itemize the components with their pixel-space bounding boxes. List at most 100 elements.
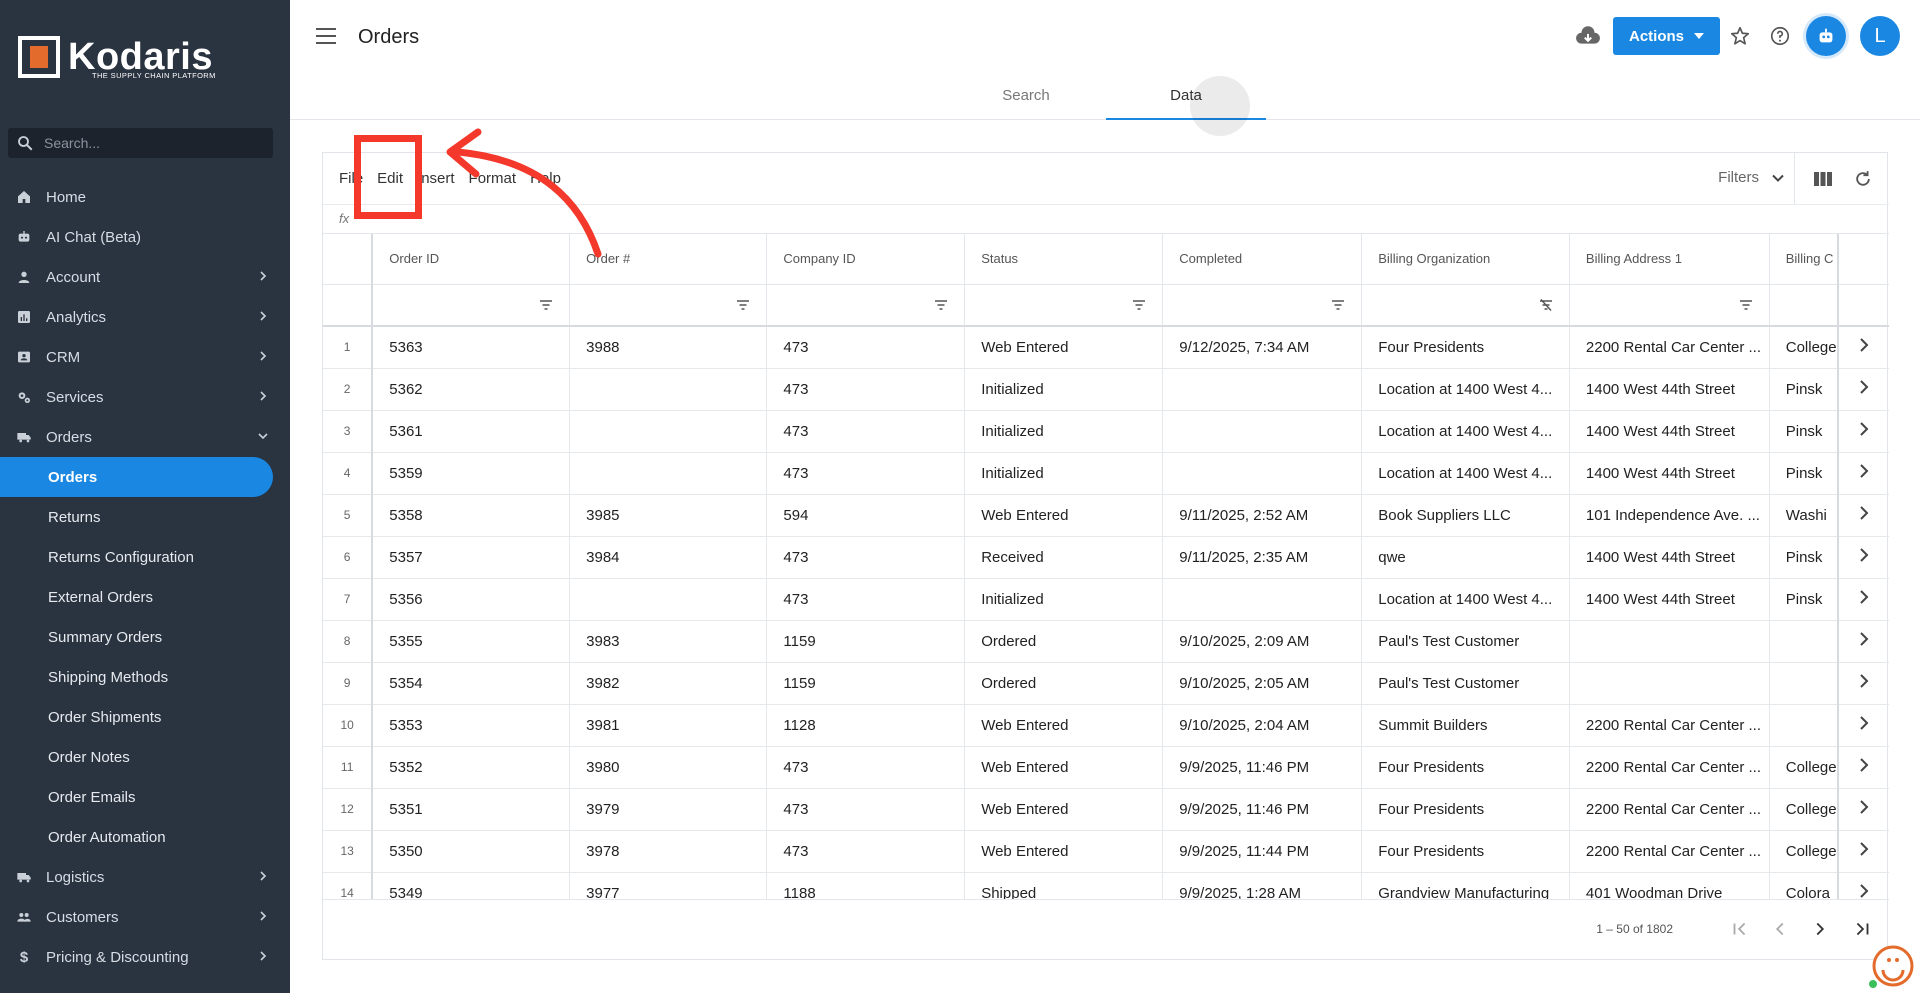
sidebar-subitem-shipping-methods[interactable]: Shipping Methods [0, 657, 290, 697]
cell-company-id[interactable]: 594 [766, 494, 966, 537]
help-button[interactable] [1760, 16, 1800, 56]
cell-status[interactable]: Initialized [964, 410, 1164, 453]
table-row[interactable]: 14 5349 3977 1188 Shipped 9/9/2025, 1:28 AM Gr… [323, 872, 1889, 899]
cell-order-number[interactable]: 3988 [569, 326, 768, 369]
tab-search[interactable]: Search [946, 74, 1106, 120]
cell-completed[interactable] [1162, 578, 1363, 621]
cell-order-id[interactable]: 5349 [372, 872, 571, 899]
cell-company-id[interactable]: 473 [766, 788, 966, 831]
last-page-icon[interactable] [1851, 918, 1873, 940]
cell-billing-city[interactable]: Pinsk [1769, 410, 1839, 453]
cell-order-id[interactable]: 5356 [372, 578, 571, 621]
sidebar-item-home[interactable]: Home [0, 177, 290, 217]
cell-order-id[interactable]: 5353 [372, 704, 571, 747]
kodaris-logo[interactable]: Kodaris THE SUPPLY CHAIN PLATFORM [18, 36, 215, 80]
cell-order-number[interactable] [569, 452, 768, 495]
cell-order-number[interactable]: 3982 [569, 662, 768, 705]
sidebar-item-orders[interactable]: Orders [0, 417, 290, 457]
cell-billing-address-1[interactable]: 1400 West 44th Street [1569, 536, 1770, 579]
cell-billing-organization[interactable]: Four Presidents [1361, 746, 1570, 789]
cell-company-id[interactable]: 473 [766, 410, 966, 453]
cell-order-id[interactable]: 5357 [372, 536, 571, 579]
cell-billing-organization[interactable]: qwe [1361, 536, 1570, 579]
table-row[interactable]: 7 5356 473 Initialized Location at 1400 West… [323, 578, 1889, 621]
cell-completed[interactable]: 9/12/2025, 7:34 AM [1162, 326, 1363, 369]
cell-company-id[interactable]: 473 [766, 368, 966, 411]
cell-billing-organization[interactable]: Paul's Test Customer [1361, 662, 1570, 705]
cell-billing-address-1[interactable]: 101 Independence Ave. ... [1569, 494, 1770, 537]
cell-completed[interactable]: 9/9/2025, 11:46 PM [1162, 746, 1363, 789]
user-avatar[interactable]: L [1860, 16, 1900, 56]
cell-completed[interactable]: 9/11/2025, 2:35 AM [1162, 536, 1363, 579]
cell-order-number[interactable]: 3979 [569, 788, 768, 831]
cell-billing-city[interactable]: Pinsk [1769, 368, 1839, 411]
sidebar-search-input[interactable] [44, 135, 264, 151]
cell-company-id[interactable]: 1159 [766, 620, 966, 663]
table-row[interactable]: 2 5362 473 Initialized Location at 1400 West… [323, 368, 1889, 411]
cell-billing-city[interactable]: College [1769, 746, 1839, 789]
cell-order-id[interactable]: 5352 [372, 746, 571, 789]
cell-billing-city[interactable]: College [1769, 830, 1839, 873]
table-row[interactable]: 10 5353 3981 1128 Web Entered 9/10/2025, 2:04… [323, 704, 1889, 747]
row-open-cell[interactable] [1836, 326, 1889, 369]
cell-billing-city[interactable]: Pinsk [1769, 578, 1839, 621]
cell-status[interactable]: Web Entered [964, 326, 1164, 369]
table-row[interactable]: 5 5358 3985 594 Web Entered 9/11/2025, 2:52 A… [323, 494, 1889, 537]
column-header-status[interactable]: Status [964, 234, 1164, 285]
row-open-cell[interactable] [1836, 452, 1889, 495]
cell-order-number[interactable]: 3985 [569, 494, 768, 537]
cell-completed[interactable]: 9/10/2025, 2:05 AM [1162, 662, 1363, 705]
cell-order-id[interactable]: 5351 [372, 788, 571, 831]
sidebar-item-account[interactable]: Account [0, 257, 290, 297]
cell-billing-organization[interactable]: Summit Builders [1361, 704, 1570, 747]
cell-billing-address-1[interactable]: 2200 Rental Car Center ... [1569, 830, 1770, 873]
row-open-cell[interactable] [1836, 578, 1889, 621]
cell-completed[interactable]: 9/9/2025, 1:28 AM [1162, 872, 1363, 899]
cell-completed[interactable] [1162, 452, 1363, 495]
sidebar-subitem-external-orders[interactable]: External Orders [0, 577, 290, 617]
cell-billing-organization[interactable]: Four Presidents [1361, 830, 1570, 873]
cell-order-number[interactable]: 3977 [569, 872, 768, 899]
filter-icon[interactable] [934, 299, 948, 311]
sidebar-search[interactable] [8, 128, 273, 158]
filter-cell[interactable] [1769, 284, 1839, 327]
cell-status[interactable]: Initialized [964, 578, 1164, 621]
next-page-icon[interactable] [1809, 918, 1831, 940]
cell-billing-address-1[interactable]: 2200 Rental Car Center ... [1569, 704, 1770, 747]
filter-icon[interactable] [539, 299, 553, 311]
cell-company-id[interactable]: 473 [766, 452, 966, 495]
table-row[interactable]: 4 5359 473 Initialized Location at 1400 West… [323, 452, 1889, 495]
filter-icon[interactable] [1331, 299, 1345, 311]
row-open-cell[interactable] [1836, 620, 1889, 663]
filter-icon[interactable] [736, 299, 750, 311]
menu-toggle-icon[interactable] [316, 28, 336, 44]
previous-page-icon[interactable] [1769, 918, 1791, 940]
sidebar-item-pricing-discounting[interactable]: $ Pricing & Discounting [0, 937, 290, 977]
cell-order-number[interactable]: 3984 [569, 536, 768, 579]
cell-completed[interactable]: 9/11/2025, 2:52 AM [1162, 494, 1363, 537]
cell-billing-city[interactable]: Pinsk [1769, 536, 1839, 579]
filter-cell[interactable] [1361, 284, 1570, 327]
cell-status[interactable]: Initialized [964, 368, 1164, 411]
ai-assistant-button[interactable] [1806, 16, 1846, 56]
actions-button[interactable]: Actions [1612, 17, 1720, 55]
cell-billing-city[interactable]: College [1769, 788, 1839, 831]
cell-completed[interactable]: 9/9/2025, 11:44 PM [1162, 830, 1363, 873]
sidebar-item-services[interactable]: Services [0, 377, 290, 417]
cell-order-id[interactable]: 5358 [372, 494, 571, 537]
cell-company-id[interactable]: 1188 [766, 872, 966, 899]
cell-billing-organization[interactable]: Paul's Test Customer [1361, 620, 1570, 663]
table-row[interactable]: 13 5350 3978 473 Web Entered 9/9/2025, 11:44 … [323, 830, 1889, 873]
column-header-billing-city[interactable]: Billing C [1769, 234, 1839, 285]
cell-status[interactable]: Web Entered [964, 788, 1164, 831]
row-open-cell[interactable] [1836, 662, 1889, 705]
cell-billing-address-1[interactable]: 2200 Rental Car Center ... [1569, 746, 1770, 789]
cell-billing-city[interactable]: Pinsk [1769, 452, 1839, 495]
filter-icon[interactable] [1132, 299, 1146, 311]
favorite-button[interactable] [1720, 16, 1760, 56]
sidebar-subitem-order-shipments[interactable]: Order Shipments [0, 697, 290, 737]
cell-billing-city[interactable] [1769, 620, 1839, 663]
sidebar-subitem-order-notes[interactable]: Order Notes [0, 737, 290, 777]
sidebar-subitem-summary-orders[interactable]: Summary Orders [0, 617, 290, 657]
cell-order-id[interactable]: 5350 [372, 830, 571, 873]
